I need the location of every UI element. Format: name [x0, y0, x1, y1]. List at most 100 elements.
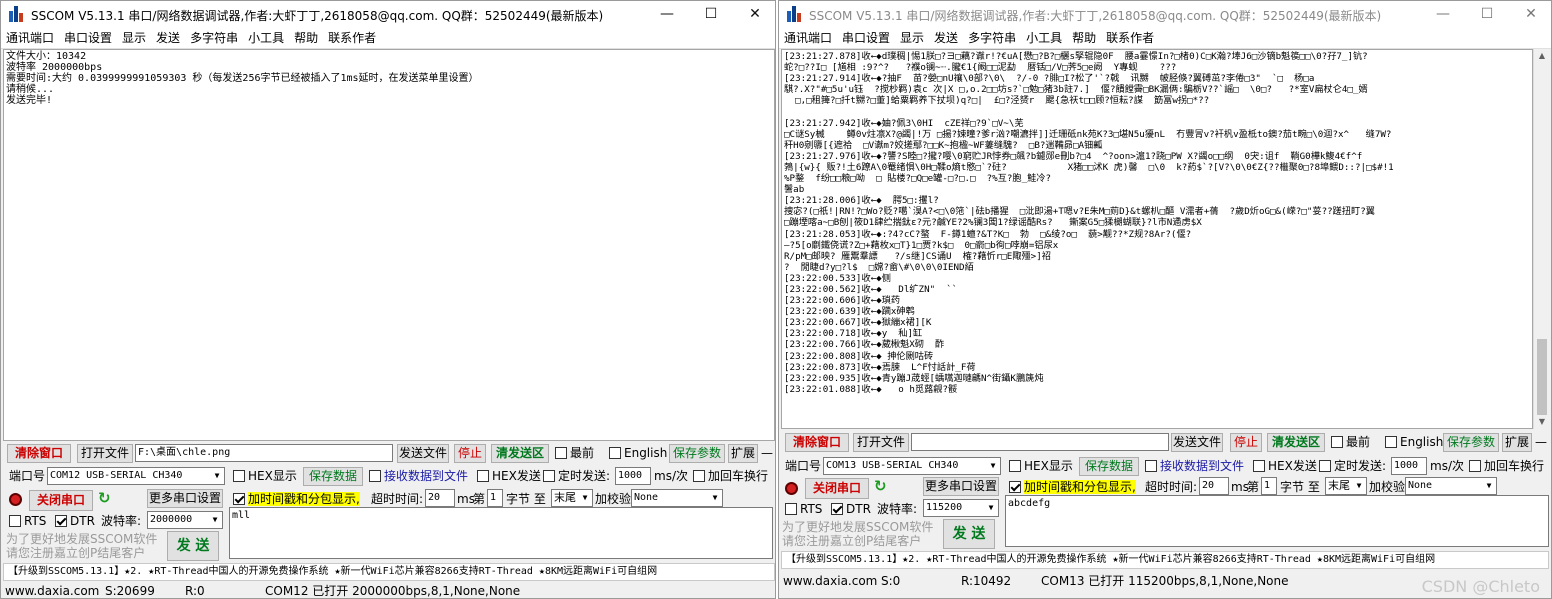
tail-select[interactable]: 末尾 ▼ — [551, 489, 593, 507]
menu-item-multi-string[interactable]: 多字符串 — [963, 27, 1021, 49]
menu-item-contact[interactable]: 联系作者 — [323, 27, 381, 49]
menu-item-tools[interactable]: 小工具 — [1021, 27, 1067, 49]
topmost-checkbox[interactable]: 最前 — [1331, 433, 1370, 451]
clear-send-button[interactable]: 清发送区 — [1267, 433, 1325, 452]
timed-send-checkbox[interactable]: 定时发送: — [543, 467, 610, 485]
minimize-icon[interactable]: — — [645, 3, 689, 25]
menu-item-display[interactable]: 显示 — [117, 27, 151, 49]
send-file-button[interactable]: 发送文件 — [397, 444, 449, 463]
recv-to-file-checkbox[interactable]: 接收数据到文件 — [369, 467, 468, 485]
english-checkbox[interactable]: English — [1385, 433, 1443, 451]
hex-display-checkbox[interactable]: HEX显示 — [1009, 457, 1073, 475]
receive-scrollbar[interactable]: ▲ ▼ — [1533, 49, 1549, 429]
close-icon[interactable]: ✕ — [1509, 3, 1551, 25]
save-params-button[interactable]: 保存参数 — [669, 444, 725, 463]
file-path-input[interactable]: F:\桌面\chle.png — [135, 444, 393, 462]
timestamp-checkbox[interactable]: 加时间戳和分包显示, — [233, 490, 360, 508]
rts-checkbox[interactable]: RTS — [9, 512, 46, 530]
send-button[interactable]: 发 送 — [167, 531, 219, 561]
status-site[interactable]: www.daxia.com — [783, 571, 877, 591]
dtr-checkbox[interactable]: DTR — [831, 500, 871, 518]
menu-item-send[interactable]: 发送 — [929, 27, 963, 49]
save-params-button[interactable]: 保存参数 — [1443, 433, 1499, 452]
menu-item-port[interactable]: 通讯端口 — [1, 27, 59, 49]
checksum-select[interactable]: None ▼ — [1405, 477, 1497, 495]
open-file-button[interactable]: 打开文件 — [853, 433, 909, 452]
refresh-icon[interactable]: ↻ — [98, 489, 111, 507]
title-bar[interactable]: SSCOM V5.13.1 串口/网络数据调试器,作者:大虾丁丁,2618058… — [1, 1, 775, 27]
interval-input[interactable]: 1000 — [615, 467, 651, 485]
checksum-value: None — [634, 492, 659, 503]
save-data-button[interactable]: 保存数据 — [1079, 457, 1139, 476]
menu-item-send[interactable]: 发送 — [151, 27, 185, 49]
maximize-icon[interactable]: ☐ — [1465, 3, 1509, 25]
collapse-minus[interactable]: — — [1535, 433, 1547, 451]
stop-button[interactable]: 停止 — [454, 444, 486, 463]
receive-area[interactable]: [23:21:27.878]收←◆d璞稠|惕1朕□?ヨ□藕?谳r!?€uA[懋□… — [781, 49, 1533, 429]
menu-item-help[interactable]: 帮助 — [1067, 27, 1101, 49]
hex-display-checkbox[interactable]: HEX显示 — [233, 467, 297, 485]
close-icon[interactable]: ✕ — [733, 3, 775, 25]
timestamp-checkbox[interactable]: 加时间戳和分包显示, — [1009, 478, 1136, 496]
title-bar[interactable]: SSCOM V5.13.1 串口/网络数据调试器,作者:大虾丁丁,2618058… — [779, 1, 1551, 27]
tail-select[interactable]: 末尾 ▼ — [1325, 477, 1367, 495]
menu-item-tools[interactable]: 小工具 — [243, 27, 289, 49]
status-site[interactable]: www.daxia.com — [5, 581, 99, 598]
more-settings-button[interactable]: 更多串口设置 — [147, 489, 223, 508]
minimize-icon[interactable]: — — [1421, 3, 1465, 25]
timed-send-checkbox[interactable]: 定时发送: — [1319, 457, 1386, 475]
checksum-select[interactable]: None ▼ — [631, 489, 723, 507]
baud-select[interactable]: 115200 ▼ — [923, 499, 999, 517]
add-crlf-checkbox[interactable]: 加回车换行 — [693, 467, 768, 485]
scroll-thumb[interactable] — [1537, 339, 1547, 415]
dtr-checkbox[interactable]: DTR — [55, 512, 95, 530]
topmost-checkbox[interactable]: 最前 — [555, 444, 594, 462]
english-checkbox[interactable]: English — [609, 444, 667, 462]
news-ticker[interactable]: 【升级到SSCOM5.13.1】★2. ★RT-Thread中国人的开源免费操作… — [3, 563, 775, 581]
menu-item-serial-settings[interactable]: 串口设置 — [59, 27, 117, 49]
clear-window-button[interactable]: 清除窗口 — [785, 433, 849, 452]
send-file-button[interactable]: 发送文件 — [1171, 433, 1223, 452]
byte-from-input[interactable]: 1 — [487, 489, 503, 507]
interval-input[interactable]: 1000 — [1391, 457, 1427, 475]
port-select[interactable]: COM12 USB-SERIAL CH340 ▼ — [47, 467, 225, 485]
add-crlf-checkbox[interactable]: 加回车换行 — [1469, 457, 1544, 475]
open-file-button[interactable]: 打开文件 — [77, 444, 133, 463]
save-data-button[interactable]: 保存数据 — [303, 467, 363, 486]
expand-button[interactable]: 扩展 — [728, 444, 758, 463]
menu-item-serial-settings[interactable]: 串口设置 — [837, 27, 895, 49]
close-port-button[interactable]: 关闭串口 — [29, 490, 93, 511]
receive-area[interactable]: 文件大小：10342 波特率 2000000bps 需要时间:大约 0.039999… — [3, 49, 775, 441]
timeout-input[interactable]: 20 — [425, 489, 455, 507]
refresh-icon[interactable]: ↻ — [874, 477, 887, 495]
hex-send-checkbox[interactable]: HEX发送 — [477, 467, 541, 485]
menu-item-help[interactable]: 帮助 — [289, 27, 323, 49]
scroll-down-icon[interactable]: ▼ — [1534, 415, 1550, 429]
hex-send-checkbox[interactable]: HEX发送 — [1253, 457, 1317, 475]
dtr-label: DTR — [70, 514, 95, 528]
news-ticker[interactable]: 【升级到SSCOM5.13.1】★2. ★RT-Thread中国人的开源免费操作… — [781, 551, 1549, 569]
menu-item-contact[interactable]: 联系作者 — [1101, 27, 1159, 49]
baud-select[interactable]: 2000000 ▼ — [147, 511, 223, 529]
send-text-area[interactable]: abcdefg — [1005, 495, 1549, 547]
scroll-up-icon[interactable]: ▲ — [1534, 49, 1550, 63]
menu-item-display[interactable]: 显示 — [895, 27, 929, 49]
menu-item-multi-string[interactable]: 多字符串 — [185, 27, 243, 49]
port-select[interactable]: COM13 USB-SERIAL CH340 ▼ — [823, 457, 1001, 475]
file-path-input[interactable] — [911, 433, 1169, 451]
maximize-icon[interactable]: ☐ — [689, 3, 733, 25]
timeout-input[interactable]: 20 — [1199, 477, 1229, 495]
menu-item-port[interactable]: 通讯端口 — [779, 27, 837, 49]
clear-window-button[interactable]: 清除窗口 — [7, 444, 71, 463]
stop-button[interactable]: 停止 — [1230, 433, 1262, 452]
clear-send-button[interactable]: 清发送区 — [491, 444, 549, 463]
recv-to-file-checkbox[interactable]: 接收数据到文件 — [1145, 457, 1244, 475]
byte-from-input[interactable]: 1 — [1261, 477, 1277, 495]
close-port-button[interactable]: 关闭串口 — [805, 478, 869, 499]
more-settings-button[interactable]: 更多串口设置 — [923, 477, 999, 496]
send-button[interactable]: 发 送 — [943, 519, 995, 549]
collapse-minus[interactable]: — — [761, 444, 773, 462]
send-text-area[interactable]: mll — [229, 507, 773, 559]
expand-button[interactable]: 扩展 — [1502, 433, 1532, 452]
rts-checkbox[interactable]: RTS — [785, 500, 822, 518]
